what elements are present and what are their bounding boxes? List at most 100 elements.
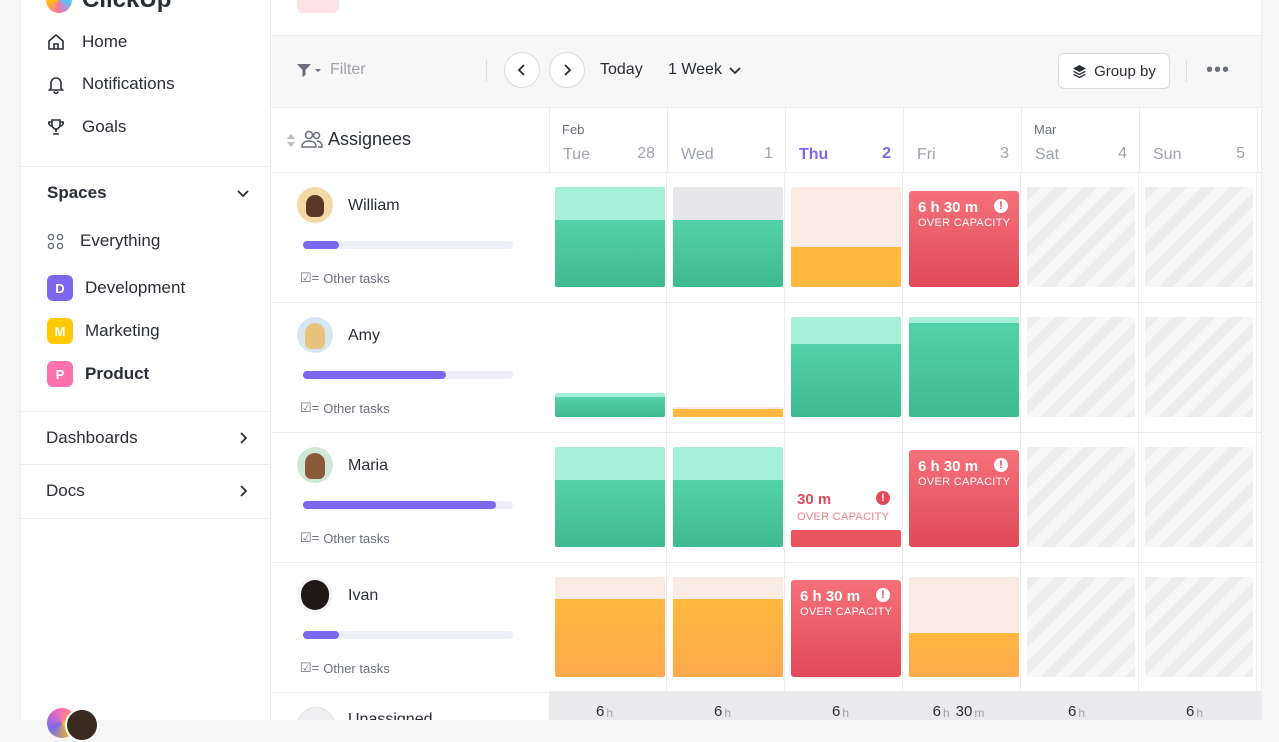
capacity-block[interactable] [673, 407, 783, 417]
workload-cell[interactable]: 30 m ! OVER CAPACITY [785, 433, 903, 562]
next-button[interactable] [549, 52, 585, 88]
non-working-day [1145, 447, 1253, 547]
workload-cell[interactable] [549, 173, 667, 302]
divider [21, 518, 270, 519]
assignee-row[interactable]: Ivan ☑= Other tasks [271, 563, 549, 693]
overload-amount: 6 h 30 m [918, 458, 979, 475]
space-everything[interactable]: Everything [47, 231, 160, 251]
spaces-title[interactable]: Spaces [47, 183, 107, 203]
capacity-block[interactable] [791, 530, 901, 547]
assignee-row[interactable]: Unassigned [271, 693, 549, 720]
sidebar-item-home[interactable]: Home [46, 32, 127, 52]
sidebar-item-label: Notifications [82, 74, 175, 93]
day-column-header[interactable]: Wed 1 [668, 108, 786, 172]
day-name: Sun [1153, 146, 1182, 163]
workload-cell[interactable]: 6 h 30 m ! OVER CAPACITY [903, 433, 1021, 562]
workload-cell[interactable] [667, 433, 785, 562]
space-label: Development [85, 278, 186, 297]
workload-cell[interactable] [667, 563, 785, 692]
other-tasks-label: Other tasks [323, 530, 390, 546]
capacity-block[interactable] [909, 577, 1019, 677]
workload-progress-bar [303, 631, 513, 639]
chevron-down-icon[interactable] [234, 184, 252, 202]
group-by-button[interactable]: Group by [1058, 53, 1170, 89]
assignee-row[interactable]: Maria ☑= Other tasks [271, 433, 549, 563]
day-column-header[interactable]: Feb Tue 28 [550, 108, 668, 172]
capacity-block[interactable] [555, 187, 665, 287]
totals-row: 6h 6h 6h 6 h 30 m 6h 6h [549, 691, 1261, 720]
space-badge: P [47, 361, 73, 387]
over-capacity-block[interactable]: 6 h 30 m ! OVER CAPACITY [791, 580, 901, 677]
space-badge: D [47, 275, 73, 301]
over-capacity-label: OVER CAPACITY [918, 476, 1011, 488]
capacity-block[interactable] [555, 393, 665, 417]
workload-cell[interactable]: 6 h 30 m ! OVER CAPACITY [903, 173, 1021, 302]
space-product[interactable]: P Product [47, 361, 149, 387]
capacity-block[interactable] [791, 187, 901, 287]
workload-cell[interactable] [549, 303, 667, 432]
workspace-avatars[interactable] [47, 708, 99, 742]
other-tasks-link[interactable]: ☑= Other tasks [300, 530, 390, 546]
sidebar-item-goals[interactable]: Goals [46, 117, 126, 137]
section-label: Docs [46, 481, 85, 500]
divider [21, 411, 270, 412]
other-tasks-link[interactable]: ☑= Other tasks [300, 270, 390, 286]
assignee-row[interactable]: Amy ☑= Other tasks [271, 303, 549, 433]
assignee-name: William [348, 197, 400, 214]
more-options-icon[interactable]: ••• [1206, 59, 1230, 82]
assignee-row[interactable]: William ☑= Other tasks [271, 173, 549, 303]
capacity-block[interactable] [555, 447, 665, 547]
workload-cell[interactable] [549, 563, 667, 692]
capacity-block[interactable] [673, 447, 783, 547]
workload-cell[interactable] [785, 303, 903, 432]
workload-cell[interactable] [785, 173, 903, 302]
day-column-header[interactable]: Fri 3 [904, 108, 1022, 172]
sidebar-item-notifications[interactable]: Notifications [46, 74, 175, 94]
divider [1186, 60, 1187, 82]
other-tasks-link[interactable]: ☑= Other tasks [300, 400, 390, 416]
today-button[interactable]: Today [600, 61, 643, 79]
capacity-block[interactable] [673, 577, 783, 677]
sidebar-item-dashboards[interactable]: Dashboards [46, 428, 251, 448]
assignees-column-header[interactable]: Assignees [271, 108, 549, 173]
day-column-header-today[interactable]: Thu 2 [786, 108, 904, 172]
workload-cell[interactable]: 6 h 30 m ! OVER CAPACITY [785, 563, 903, 692]
over-capacity-block[interactable]: 6 h 30 m ! OVER CAPACITY [909, 191, 1019, 287]
workload-cell[interactable] [903, 563, 1021, 692]
space-marketing[interactable]: M Marketing [47, 318, 160, 344]
capacity-block[interactable] [673, 187, 783, 287]
view-header [271, 0, 1261, 36]
workload-progress-fill [303, 371, 446, 379]
day-total: 6 h 30 m [932, 703, 985, 720]
brand-logo[interactable]: ClickUp [46, 0, 171, 14]
day-total: 6h [595, 703, 614, 720]
checklist-icon: ☑= [300, 660, 320, 675]
over-capacity-block[interactable]: 6 h 30 m ! OVER CAPACITY [909, 450, 1019, 547]
overload-amount: 6 h 30 m [918, 199, 979, 216]
range-dropdown[interactable]: 1 Week [668, 61, 742, 79]
previous-button[interactable] [504, 52, 540, 88]
workload-progress-bar [303, 241, 513, 249]
day-total: 6h [713, 703, 732, 720]
workload-cell[interactable] [549, 433, 667, 562]
day-name: Tue [563, 146, 590, 163]
other-tasks-label: Other tasks [323, 400, 390, 416]
other-tasks-link[interactable]: ☑= Other tasks [300, 660, 390, 676]
divider [21, 464, 270, 465]
workload-cell[interactable] [667, 173, 785, 302]
filter-label: Filter [330, 61, 366, 78]
filter-button[interactable]: Filter [296, 61, 366, 79]
space-development[interactable]: D Development [47, 275, 185, 301]
capacity-block[interactable] [555, 577, 665, 677]
capacity-block[interactable] [791, 317, 901, 417]
workload-cell[interactable] [903, 303, 1021, 432]
over-capacity-label: OVER CAPACITY [797, 511, 890, 523]
space-label: Everything [80, 231, 161, 250]
day-column-header[interactable]: Sun 5 [1140, 108, 1258, 172]
day-column-header[interactable]: Mar Sat 4 [1022, 108, 1140, 172]
sidebar-item-docs[interactable]: Docs [46, 481, 251, 501]
workload-cell[interactable] [667, 303, 785, 432]
list-icon[interactable] [297, 0, 339, 13]
capacity-block[interactable] [909, 317, 1019, 417]
sort-icon[interactable] [287, 134, 295, 147]
